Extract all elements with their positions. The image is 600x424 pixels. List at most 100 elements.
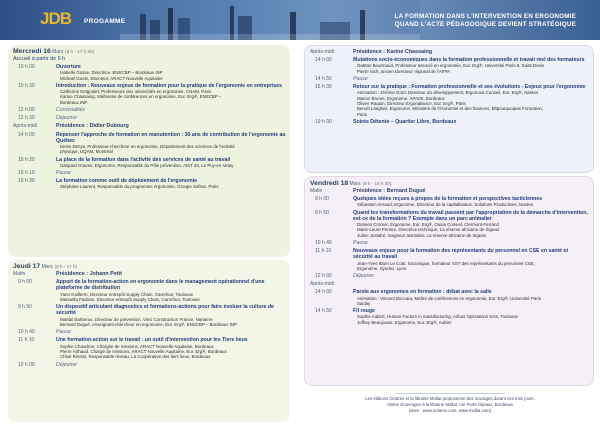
row-content: Ouverture Isabelle Gosse, Directrice, ENS… <box>56 64 290 81</box>
row-content: Présidence : Didier Dubourg <box>56 123 290 129</box>
row-content: Soirée Détente – Quartier Libre, Bordeau… <box>353 119 593 125</box>
programme-row: 10 h 30 Introduction : Nouveaux enjeux de… <box>8 83 290 105</box>
time-label: 9 h 00 <box>315 196 329 203</box>
speaker-list: Yann Guillerm, Directeur entrepôt Supply… <box>56 292 286 303</box>
speaker-list: Sébastien Arnaud, Ergonome, Directeur de… <box>353 202 589 207</box>
programme-row: 9 h 50 Quand les transformations du trava… <box>305 210 593 238</box>
talk-title: Quand les transformations du travail pas… <box>353 209 588 222</box>
programme-row: 14 h 50 Fil rouge Sophie Aubert, Human Fac… <box>305 308 593 325</box>
programme-row: 12 h 00 Déjeuner <box>305 273 593 279</box>
speaker: Julien Justafré, Soigneur animalier, La … <box>357 232 487 238</box>
row-content: La formation comme outil de déploiement … <box>56 178 290 190</box>
time-label: 10 h 30 <box>18 82 35 89</box>
programme-row: 14 h 00 Parole aux ergonomes en formation… <box>305 289 593 306</box>
row-content: Introduction : Nouveaux enjeux de format… <box>56 83 290 105</box>
time-label: Accueil à partir de 9 h <box>13 56 66 62</box>
speaker: Chloé Rivolet, Responsable réseau, La Co… <box>60 354 211 360</box>
programme-row: 12 h 30 Déjeuner <box>8 115 290 121</box>
time-label: 11 h 10 <box>18 337 35 344</box>
time-label: 12 h 00 <box>18 361 35 368</box>
speaker-list: Isabelle Gosse, Directrice, ENSCBP – Bor… <box>56 70 286 81</box>
programme-row: Matin Présidence : Johann Petit <box>8 271 290 277</box>
row-content: Pause <box>56 170 290 176</box>
programme-row: 11 h 10 Nouveaux enjeux pour la formation… <box>305 248 593 271</box>
speaker-list: Jean-Yves Blum Le Coat, Sociologue, form… <box>353 261 589 272</box>
time-label: 14 h 50 <box>315 76 332 82</box>
speaker-list: Gaspard Gravier, Ergonome, Responsable d… <box>56 163 286 168</box>
talk-title: Soirée Détente – Quartier Libre, Bordeau… <box>353 118 457 125</box>
speaker: physique, UQAM, Montréal <box>60 149 113 155</box>
row-content: Présidence : Johann Petit <box>56 271 290 277</box>
break-label: Pause <box>353 76 368 82</box>
break-label: Pause <box>56 329 71 336</box>
speaker: Bordeaux INP <box>60 99 88 105</box>
time-label: 10 h 00 <box>18 64 35 70</box>
time-label: Après-midi <box>13 123 37 130</box>
time-label: 10 h 40 <box>315 240 332 246</box>
time-label: 15 h 30 <box>315 84 332 91</box>
time-label: 14 h 00 <box>18 131 35 138</box>
talk-title: Nouveaux enjeux pour la formation des re… <box>353 248 569 261</box>
city-skyline-image <box>120 0 420 40</box>
time-label: 19 h 00 <box>315 118 332 125</box>
speaker-list: Stéphane Laurent, Responsable du program… <box>56 184 286 189</box>
time-label: 12 h 00 <box>18 106 35 113</box>
day-heading: Jeudi 17 Mars (9 h - 17 h) <box>13 263 78 270</box>
programme-row: Matin Présidence : Bernard Dugué <box>305 188 593 194</box>
row-content: Une formation-action sur le travail : un… <box>56 337 290 359</box>
programme-row: 14 h 00 Mutations socio-économiques dans … <box>305 57 593 74</box>
break-label: Déjeuner <box>56 115 78 122</box>
page-title: LA FORMATION DANS L'INTERVENTION EN ERGO… <box>394 13 576 28</box>
time-label: Après-midi <box>310 281 334 288</box>
speaker: Gaspard Gravier, Ergonome, Responsable d… <box>60 162 234 168</box>
speaker: Michael Goetz, Directeur, ARACT Nouvelle… <box>60 75 163 81</box>
speaker-list: Gaëtan Bourmaud, Professeur associé en e… <box>353 63 589 74</box>
speaker-list: Animation : Vincent Boccara, Maître de c… <box>353 296 589 307</box>
speaker: Saclay <box>357 300 371 306</box>
speaker-list: Denis Denys, Professeur-chercheur en erg… <box>56 144 286 155</box>
row-content: Nouveaux enjeux pour la formation des re… <box>353 248 593 271</box>
speaker: Ergonome, Syndex, Lyon <box>357 265 407 271</box>
row-content: Retour sur la pratique : Formation profe… <box>353 84 593 117</box>
time-label: 12 h 00 <box>315 273 332 280</box>
logo: JDB <box>40 9 72 28</box>
time-label: 11 h 10 <box>315 248 332 255</box>
footer-note: Les éditions Octarès et la librairie Mol… <box>330 390 570 420</box>
day-heading: Mercredi 16 Mars (9 h - 17 h 30) <box>13 48 95 55</box>
row-content: Un dispositif articulant diagnostics et … <box>56 304 290 327</box>
day-panel-thursday: Jeudi 17 Mars (9 h - 17 h) Matin Présiden… <box>8 260 290 422</box>
day-heading: Vendredi 18 Mars (9 h - 16 h 30) <box>310 180 392 187</box>
programme-row: 10 h 40 Pause <box>305 240 593 246</box>
time-label: 9 h 50 <box>18 304 32 311</box>
row-content: Déjeuner <box>353 273 593 279</box>
day-panel-wednesday: Mercredi 16 Mars (9 h - 17 h 30) Accueil… <box>8 45 290 257</box>
footer-line: Les éditions Octarès et la librairie Mol… <box>365 396 535 401</box>
programme-row: 15 h 20 La place de la formation dans l'a… <box>8 157 290 169</box>
programme-row: 12 h 00 Convivialités <box>8 107 290 113</box>
divider <box>395 393 505 394</box>
programme-row: Accueil à partir de 9 h <box>8 56 290 62</box>
programme-row: 14 h 50 Pause <box>305 76 593 82</box>
programme-row: 9 h 50 Un dispositif articulant diagnosti… <box>8 304 290 327</box>
header-banner: JDB PROGAMME LA FORMATION DANS L'INTERVE… <box>0 0 600 40</box>
speaker-list: Sophie Aubert, Human Factors in manufact… <box>353 314 589 325</box>
time-label: 14 h 00 <box>315 289 332 296</box>
row-content: Convivialités <box>56 107 290 113</box>
programme-row: Après-midi <box>305 281 593 287</box>
row-content: Mutations socio-économiques dans la form… <box>353 57 593 74</box>
programme-row: 16 h 30 La formation comme outil de déplo… <box>8 178 290 190</box>
row-content: Fil rouge Sophie Aubert, Human Factors in… <box>353 308 593 325</box>
time-label: 16 h 30 <box>18 178 35 185</box>
programme-row: 9 h 00 Quelques idées reçues à propos de … <box>305 196 593 208</box>
speaker: Joffrey Beaujouan, Ergonome, Eur. Erg®, … <box>357 319 452 325</box>
break-label: Déjeuner <box>353 273 375 280</box>
row-content: Repenser l'approche de formation en manu… <box>56 132 290 155</box>
speaker-list: Damien Cromer, Ergonome, Eur. Erg®, Ousi… <box>353 222 589 238</box>
speaker-list: Sophie Chaudron, Chargée de missions, AR… <box>56 344 286 360</box>
talk-title: Apport de la formation-action en ergonom… <box>56 279 265 292</box>
time-label: 16 h 10 <box>18 170 35 176</box>
chair-name: Karine Chassaing <box>386 49 433 55</box>
row-content: Pause <box>353 240 593 246</box>
session-panel-wednesday-afternoon: Après-midi Présidence : Karine Chassaing 1… <box>304 45 594 173</box>
programme-row: 19 h 00 Soirée Détente – Quartier Libre, … <box>305 119 593 125</box>
